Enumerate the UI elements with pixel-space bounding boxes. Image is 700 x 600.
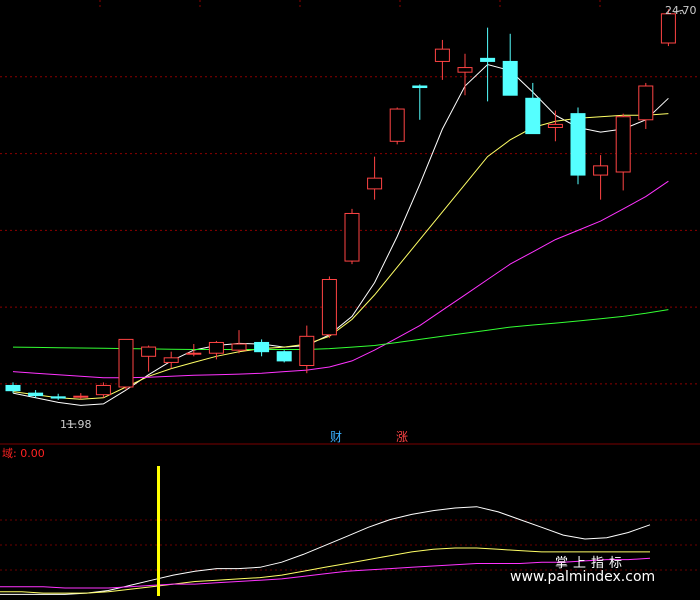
zhang-marker: 涨: [396, 429, 408, 444]
candle-body: [412, 85, 428, 89]
candle-body: [208, 341, 224, 354]
main-grid: [0, 0, 700, 385]
candle-up: [389, 107, 405, 145]
candle-up: [208, 340, 224, 360]
candle-body: [118, 338, 134, 388]
candle-up: [73, 393, 89, 400]
candle-body: [231, 343, 247, 351]
candle-up: [615, 113, 631, 191]
candle-body: [50, 396, 66, 399]
candle-body: [299, 335, 315, 367]
price-labels: 24.70 11.98 财 涨: [60, 4, 697, 444]
candle-body: [163, 357, 179, 363]
candle-down: [5, 382, 21, 394]
signal-bar: [157, 466, 160, 596]
candle-body: [660, 13, 676, 44]
candle-body: [276, 351, 292, 362]
candle-body: [254, 341, 270, 353]
candle-up: [321, 276, 337, 338]
candle-up: [547, 110, 563, 142]
candle-down: [525, 82, 541, 135]
cai-marker: 财: [330, 430, 342, 444]
candle-up: [231, 330, 247, 354]
candle-up: [457, 53, 473, 96]
candle-body: [28, 392, 44, 397]
candle-up: [163, 351, 179, 369]
candle-down: [480, 27, 496, 102]
candle-body: [141, 346, 157, 357]
candle-down: [276, 350, 292, 363]
candle-up: [118, 338, 134, 391]
indicator-title: 域: 0.00: [2, 447, 45, 460]
candle-body: [593, 165, 609, 176]
candle-body: [321, 279, 337, 336]
candle-body: [389, 108, 405, 142]
candle-body: [525, 97, 541, 135]
candle-up: [141, 345, 157, 372]
candle-body: [457, 67, 473, 73]
candle-body: [344, 212, 360, 262]
candle-up: [186, 344, 202, 357]
candle-down: [412, 84, 428, 120]
candle-body: [615, 116, 631, 173]
candle-up: [593, 155, 609, 200]
candle-up: [434, 39, 450, 80]
watermark: 掌上指标 www.palmindex.com: [510, 556, 655, 585]
candle-body: [73, 395, 89, 398]
candle-down: [570, 107, 586, 185]
candle-up: [344, 208, 360, 265]
candle-up: [367, 156, 383, 200]
candle-down: [254, 339, 270, 357]
ma-line: [12, 63, 669, 406]
watermark-url: www.palmindex.com: [510, 569, 655, 585]
candle-down: [502, 33, 518, 96]
candle-body: [367, 177, 383, 190]
candle-body: [547, 123, 563, 128]
candle-body: [480, 57, 496, 62]
candle-body: [638, 85, 654, 121]
ma-lines: [12, 63, 669, 406]
candle-body: [502, 60, 518, 96]
candle-body: [570, 113, 586, 176]
candle-body: [186, 352, 202, 355]
candle-body: [95, 384, 111, 396]
candle-body: [434, 48, 450, 62]
candle-body: [5, 384, 21, 392]
candles: [5, 9, 676, 400]
ma-line: [12, 309, 669, 350]
candle-down: [50, 393, 66, 400]
stock-chart: 24.70 11.98 财 涨 域: 0.00 掌上指标 www.palmind…: [0, 0, 700, 596]
ma-line: [12, 113, 669, 400]
candle-up: [299, 325, 315, 374]
